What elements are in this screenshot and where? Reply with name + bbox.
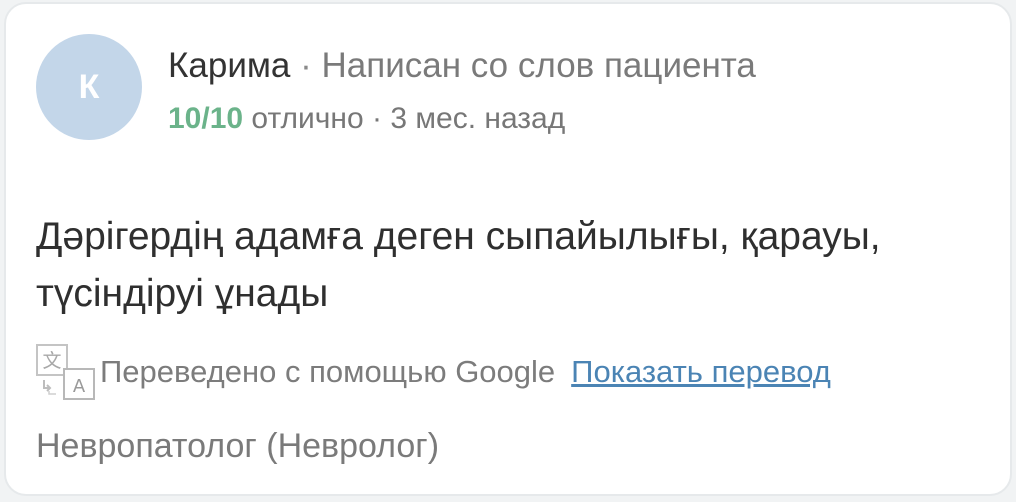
translation-row: 文 A Переведено с помощью Google Показать… xyxy=(34,342,831,402)
author-name: Карима xyxy=(168,46,291,85)
rating-line: 10/10 отлично · 3 мес. назад xyxy=(168,99,565,139)
doctor-specialty: Невропатолог (Невролог) xyxy=(36,427,440,465)
author-line: Карима · Написан со слов пациента xyxy=(168,44,756,88)
review-source: Написан со слов пациента xyxy=(321,46,756,85)
rating-score: 10/10 xyxy=(168,102,244,135)
svg-text:文: 文 xyxy=(42,350,61,372)
avatar-initial: К xyxy=(78,67,100,106)
review-date: 3 мес. назад xyxy=(390,102,566,135)
separator-dot: · xyxy=(300,46,312,85)
svg-text:A: A xyxy=(73,376,86,397)
avatar: К xyxy=(36,34,142,140)
google-translate-icon: 文 A xyxy=(36,344,95,400)
separator-dot: · xyxy=(372,102,383,135)
review-text: Дәрігердің адамға деген сыпайылығы, қара… xyxy=(36,215,881,315)
review-card: К Карима · Написан со слов пациента 10/1… xyxy=(4,2,1012,496)
rating-word: отлично xyxy=(251,102,364,135)
show-translation-link[interactable]: Показать перевод xyxy=(571,354,831,390)
translated-by-google-note: Переведено с помощью Google xyxy=(100,354,556,389)
